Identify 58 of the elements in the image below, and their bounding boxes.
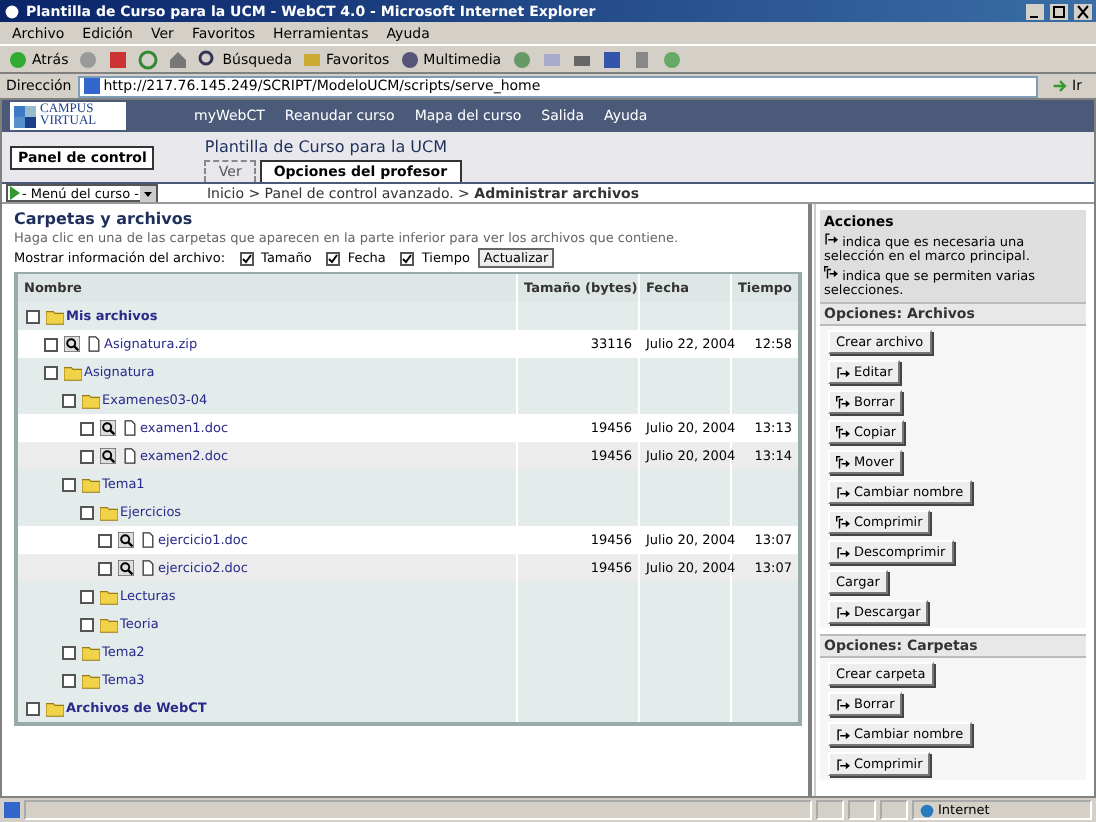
squares-logo-icon bbox=[14, 105, 36, 127]
status-panel bbox=[816, 800, 844, 820]
double-arrow-icon bbox=[836, 455, 850, 469]
checkbox[interactable] bbox=[44, 337, 58, 351]
arrow-icon bbox=[836, 545, 850, 559]
checkbox[interactable] bbox=[26, 309, 40, 323]
arrow-icon bbox=[824, 232, 838, 246]
preview-icon[interactable] bbox=[100, 448, 116, 464]
arrow-icon bbox=[836, 605, 850, 619]
dropdown-arrow-icon bbox=[140, 185, 157, 201]
folder-icon bbox=[46, 307, 64, 325]
checkbox[interactable] bbox=[62, 393, 76, 407]
arrow-icon bbox=[836, 365, 850, 379]
status-panel bbox=[880, 800, 908, 820]
minimize-icon[interactable] bbox=[1026, 3, 1044, 19]
arrow-icon bbox=[836, 727, 850, 741]
checkbox[interactable] bbox=[80, 617, 94, 631]
stop-icon bbox=[108, 49, 129, 69]
preview-icon[interactable] bbox=[118, 532, 134, 548]
checkbox[interactable] bbox=[239, 251, 254, 265]
checkbox[interactable] bbox=[98, 533, 112, 547]
page-icon bbox=[83, 78, 100, 94]
checkbox[interactable] bbox=[62, 477, 76, 491]
checkbox[interactable] bbox=[325, 251, 340, 265]
section-heading: Carpetas y archivos bbox=[14, 210, 195, 228]
double-arrow-icon bbox=[836, 425, 850, 439]
home-icon bbox=[168, 49, 189, 69]
maximize-icon[interactable] bbox=[1050, 3, 1068, 19]
checkbox[interactable] bbox=[62, 645, 76, 659]
checkbox[interactable] bbox=[80, 589, 94, 603]
preview-icon[interactable] bbox=[118, 560, 134, 576]
preview-icon[interactable] bbox=[100, 420, 116, 436]
triangle-icon bbox=[10, 186, 20, 200]
checkbox[interactable] bbox=[62, 673, 76, 687]
arrow-icon bbox=[836, 757, 850, 771]
globe-icon bbox=[920, 803, 934, 817]
arrow-icon bbox=[836, 485, 850, 499]
double-arrow-icon bbox=[836, 395, 850, 409]
stop-button[interactable] bbox=[108, 49, 129, 69]
page-icon bbox=[4, 802, 20, 818]
status-panel bbox=[848, 800, 876, 820]
double-arrow-icon bbox=[824, 266, 838, 280]
checkbox[interactable] bbox=[98, 561, 112, 575]
checkbox[interactable] bbox=[80, 421, 94, 435]
course-title: Plantilla de Curso para la UCM bbox=[204, 138, 449, 156]
checkbox[interactable] bbox=[80, 505, 94, 519]
document-icon bbox=[86, 336, 102, 352]
checkbox[interactable] bbox=[399, 251, 414, 265]
double-arrow-icon bbox=[836, 515, 850, 529]
arrow-icon bbox=[836, 697, 850, 711]
checkbox[interactable] bbox=[80, 449, 94, 463]
preview-icon[interactable] bbox=[64, 336, 80, 352]
home-button[interactable] bbox=[168, 49, 189, 69]
close-icon[interactable] bbox=[1074, 3, 1092, 19]
arrow-icon bbox=[1052, 78, 1069, 94]
scrollbar[interactable] bbox=[813, 204, 816, 796]
checkbox[interactable] bbox=[26, 701, 40, 715]
checkbox[interactable] bbox=[44, 365, 58, 379]
